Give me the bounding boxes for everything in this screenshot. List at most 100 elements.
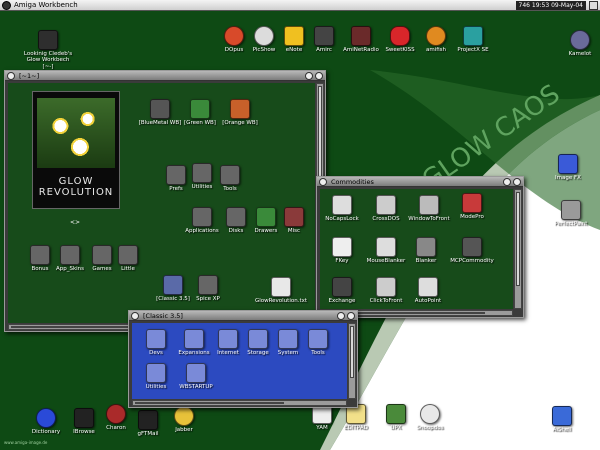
snoopdos-icon (420, 404, 440, 424)
desktop-icon-snoopdos[interactable]: Snoopdos (408, 404, 452, 431)
vscroll-knob[interactable] (350, 326, 354, 378)
vscroll-knob[interactable] (318, 86, 322, 182)
icon-blanker[interactable]: Blanker (404, 237, 448, 264)
lips-icon (390, 26, 410, 46)
desktop-icon-imagefx[interactable]: Image FX (546, 154, 590, 181)
picshow-icon (254, 26, 274, 46)
drawer-icon (190, 99, 210, 119)
icon-spice-xp[interactable]: Spice XP (188, 275, 228, 302)
close-icon[interactable] (7, 72, 15, 80)
icon-glowrevolution-txt[interactable]: GlowRevolution.txt (252, 277, 310, 304)
icon-classic-tools[interactable]: Tools (298, 329, 338, 356)
icon-nocapslock[interactable]: NoCapsLock (320, 195, 364, 222)
desktop-icon-kamelot[interactable]: Kamelot (558, 30, 600, 57)
glow-revolution-poster[interactable]: GLOW REVOLUTION (32, 91, 120, 209)
icon-modepro[interactable]: ModePro (450, 193, 494, 220)
drawer-icon (192, 207, 212, 227)
classic-hscroll[interactable] (132, 400, 347, 406)
bottom-url: www.amiga-image.de (4, 440, 48, 445)
icon-mcpcommodity[interactable]: MCPCommodity (444, 237, 500, 264)
classic-titlebar[interactable]: [Classic 3.5] (129, 311, 357, 321)
main-window-titlebar[interactable]: [~1~] (5, 71, 325, 81)
commodities-content: NoCapsLock CrossDOS WindowToFront ModePr… (320, 189, 513, 309)
mouse-icon (376, 237, 396, 257)
disk-icon (376, 195, 396, 215)
workbench-screen: GLOW CAOS Amiga Workbench 746 19:53 09-M… (0, 0, 600, 450)
close-icon[interactable] (131, 312, 139, 320)
icon-bluemetal-wb[interactable]: [BlueMetal WB] (136, 99, 184, 126)
workbench-disk-icon[interactable]: Lookinig Cledeb's Glow Workbech [~-] (20, 30, 76, 70)
daisy-image (37, 98, 115, 168)
enote-icon (284, 26, 304, 46)
drawer-icon (198, 275, 218, 295)
perfectpaint-icon (561, 200, 581, 220)
poster-text: GLOW REVOLUTION (38, 176, 114, 198)
icon-windowtofront[interactable]: WindowToFront (404, 195, 454, 222)
drawer-icon (226, 207, 246, 227)
disk-icon (38, 30, 58, 50)
hscroll-knob[interactable] (135, 402, 285, 404)
desktop-icon-perfectpaint[interactable]: PerfectPaint (546, 200, 596, 227)
main-drawer-window[interactable]: [~1~] GLOW REVOLUTION <> [BlueMetal WB] … (4, 70, 326, 332)
icon-crossdos[interactable]: CrossDOS (364, 195, 408, 222)
window-icon (419, 195, 439, 215)
drawer-icon (163, 275, 183, 295)
drawer-icon (278, 329, 298, 349)
icon-autopoint[interactable]: AutoPoint (406, 277, 450, 304)
monitor-icon (416, 237, 436, 257)
zoom-icon[interactable] (305, 72, 313, 80)
depth-icon[interactable] (315, 72, 323, 80)
drawer-icon (284, 207, 304, 227)
gftmail-icon (138, 410, 158, 430)
desktop-icon-editpad[interactable]: EDITPAD (334, 404, 378, 431)
drawer-icon (30, 245, 50, 265)
desktop-icon-aishell[interactable]: AiShell (540, 406, 584, 433)
screen-title: Amiga Workbench (14, 1, 78, 9)
icon-little[interactable]: Little (108, 245, 148, 272)
desktop-icon-jabber[interactable]: Jabber (162, 406, 206, 433)
icon-fkey[interactable]: FKey (320, 237, 364, 264)
commodities-vscroll[interactable] (514, 189, 522, 309)
commodities-titlebar[interactable]: Commodities (317, 177, 523, 187)
drawer-icon (308, 329, 328, 349)
amirc-icon (314, 26, 334, 46)
commodities-window[interactable]: Commodities NoCapsLock CrossDOS WindowTo… (316, 176, 524, 318)
drawer-icon (192, 163, 212, 183)
icon-misc[interactable]: Misc (274, 207, 314, 234)
jabber-icon (174, 406, 194, 426)
drawer-icon (60, 245, 80, 265)
drawer-icon (186, 363, 206, 383)
icon-classic-utilities[interactable]: Utilities (136, 363, 176, 390)
screen-menubar[interactable]: Amiga Workbench 746 19:53 09-May-04 (0, 0, 600, 11)
desktop-icon-projectx[interactable]: ProjectX SE (448, 26, 498, 53)
close-icon[interactable] (319, 178, 327, 186)
depth-icon[interactable] (347, 312, 355, 320)
drawer-icon (230, 99, 250, 119)
upx-icon (386, 404, 406, 424)
zoom-icon[interactable] (337, 312, 345, 320)
vscroll-knob[interactable] (516, 192, 520, 287)
clock-status: 746 19:53 09-May-04 (515, 1, 586, 10)
drawer-icon (220, 165, 240, 185)
zoom-icon[interactable] (503, 178, 511, 186)
icon-clicktofront[interactable]: ClickToFront (362, 277, 410, 304)
icon-mouseblanker[interactable]: MouseBlanker (362, 237, 410, 264)
icon-orange-wb[interactable]: [Orange WB] (216, 99, 264, 126)
projectx-icon (463, 26, 483, 46)
kamelot-icon (570, 30, 590, 50)
classic-window[interactable]: [Classic 3.5] Devs Expansions Internet S… (128, 310, 358, 408)
icon-tools[interactable]: Tools (210, 165, 250, 192)
screen-depth-gadget[interactable] (589, 1, 598, 10)
classic-vscroll[interactable] (348, 323, 356, 399)
icon-exchange[interactable]: Exchange (320, 277, 364, 304)
workbench-menu-icon[interactable] (2, 1, 11, 10)
drawer-icon (184, 329, 204, 349)
depth-icon[interactable] (513, 178, 521, 186)
charon-icon (106, 404, 126, 424)
key-icon (332, 237, 352, 257)
dopus-icon (224, 26, 244, 46)
exchange-icon (332, 277, 352, 297)
icon-wbstartup[interactable]: WBSTARTUP (172, 363, 220, 390)
ibrowse-icon (74, 408, 94, 428)
drawer-icon (218, 329, 238, 349)
